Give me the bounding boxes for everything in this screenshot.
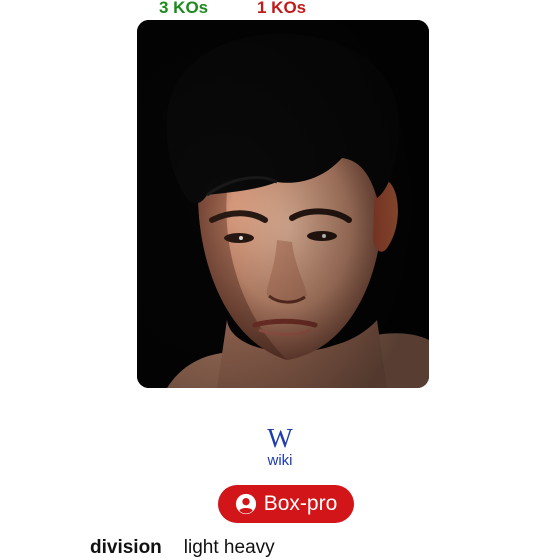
boxpro-label: Box-pro xyxy=(263,492,338,515)
fighter-card: 3 KOs 1 KOs W wiki Box-pro division ligh… xyxy=(0,0,560,560)
division-key: division xyxy=(90,537,162,558)
wiki-link[interactable]: W wiki xyxy=(0,424,560,470)
kos-loss-stat: 1 KOs xyxy=(257,0,307,17)
user-circle-icon xyxy=(235,493,257,515)
boxpro-button[interactable]: Box-pro xyxy=(218,485,354,523)
division-row: division light heavy xyxy=(90,536,275,560)
wiki-label: wiki xyxy=(267,452,293,469)
division-value: light heavy xyxy=(183,537,275,558)
kos-win-stat: 3 KOs xyxy=(159,0,209,17)
wikipedia-icon: W xyxy=(267,423,293,453)
fighter-photo xyxy=(137,20,429,388)
boxer-portrait-image xyxy=(137,20,429,388)
